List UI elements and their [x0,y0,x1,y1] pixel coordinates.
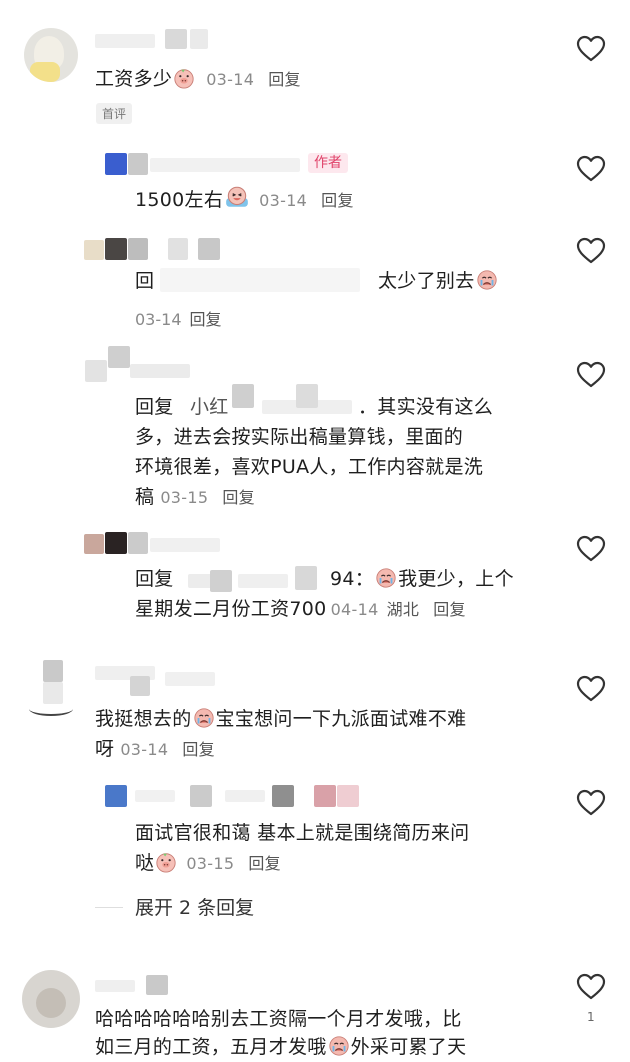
username-blurred [165,672,215,686]
expand-divider [95,907,123,908]
reply-text[interactable]: 环境很差，喜欢PUA人，工作内容就是洗 [135,452,483,482]
avatar[interactable] [84,240,104,260]
username-blurred [146,975,168,995]
reply-text[interactable]: 回复 [135,564,174,594]
username-blurred [165,29,187,49]
pig-emoji-icon [155,851,177,873]
heart-icon[interactable] [576,34,606,64]
avatar[interactable] [105,153,127,175]
username-blurred [128,153,148,175]
reply-button[interactable]: 回复 [321,191,354,210]
username-blurred [105,238,127,260]
comment-text[interactable]: 我挺想去的 宝宝想问一下九派面试难不难 [95,704,466,734]
mention-blurred [296,384,318,408]
username-blurred[interactable] [95,34,155,48]
username-blurred [190,785,212,807]
heart-icon[interactable] [576,154,606,184]
heart-icon[interactable] [576,674,606,704]
like-count: 1 [587,1010,595,1024]
username-blurred [150,538,220,552]
reply-text[interactable]: 面试官很和蔼 基本上就是围绕简历来问 [135,818,469,848]
username-blurred [190,29,208,49]
reply-text[interactable]: ．其实没有这么 [358,392,493,422]
reply-meta: 03-14 回复 [135,306,222,330]
crying-emoji-icon [476,269,498,291]
avatar[interactable] [22,970,80,1028]
username-blurred [95,980,135,992]
username-blurred [150,158,300,172]
reply-text[interactable]: 星期发二月份工资700 04-14 湖北 回复 [135,594,466,625]
heart-icon[interactable] [576,972,606,1002]
username-blurred [314,785,336,807]
heart-icon[interactable] [576,788,606,818]
heart-icon[interactable] [576,360,606,390]
username-blurred [337,785,359,807]
reply-text[interactable]: 太少了别去 [378,266,499,296]
crying-emoji-icon [193,707,215,729]
username-blurred [128,532,148,554]
username-blurred [108,346,130,368]
reply-date: 03-15 [186,854,235,873]
reply-date: 03-15 [160,488,209,507]
heart-icon[interactable] [576,236,606,266]
comment-date: 03-14 [120,740,169,759]
avatar[interactable] [24,28,78,82]
avatar[interactable] [105,785,127,807]
expand-replies-button[interactable]: 展开 2 条回复 [135,893,254,920]
reply-text[interactable]: 回 [135,266,154,296]
comment-text[interactable]: 呀 03-14 回复 [95,734,215,765]
mention-blurred [232,384,254,408]
crying-emoji-icon [328,1035,350,1057]
reply-button[interactable]: 回复 [433,600,466,619]
reply-text[interactable]: 回复 小红 [135,392,229,422]
comment-text[interactable]: 工资多少 03-14 回复 [95,64,301,95]
username-blurred [128,238,148,260]
reply-date: 03-14 [259,191,308,210]
reply-date: 03-14 [135,310,182,329]
author-tag: 作者 [308,153,348,173]
username-blurred [135,790,175,802]
mention[interactable]: 小红 [190,396,229,418]
username-blurred [168,238,188,260]
reply-text[interactable]: 94： 我更少，上个 [330,564,514,594]
pig-emoji-icon [173,67,195,89]
mention-blurred [295,566,317,590]
reply-button[interactable]: 回复 [268,70,301,89]
username-blurred [130,364,190,378]
first-comment-badge: 首评 [96,103,133,124]
location: 湖北 [386,600,420,619]
username-blurred [198,238,220,260]
username-blurred [130,676,150,696]
comment-text[interactable]: 哈哈哈哈哈哈别去工资隔一个月才发哦，比 [95,1004,462,1034]
username-blurred [225,790,265,802]
mention-blurred [238,574,288,588]
reply-text[interactable]: 多，进去会按实际出稿量算钱，里面的 [135,422,463,452]
mention-blurred [210,570,232,592]
avatar[interactable] [85,360,107,382]
username-blurred [105,532,127,554]
avatar[interactable] [84,534,104,554]
reply-button[interactable]: 回复 [222,488,255,507]
reply-text[interactable]: 稿 03-15 回复 [135,482,255,513]
reply-button[interactable]: 回复 [248,854,281,873]
reply-date: 04-14 [330,600,379,619]
heart-icon[interactable] [576,534,606,564]
reply-button[interactable]: 回复 [190,310,222,329]
avatar[interactable] [25,660,77,716]
username-blurred [272,785,294,807]
reply-button[interactable]: 回复 [182,740,215,759]
reply-text[interactable]: 1500左右 03-14 回复 [135,184,354,216]
crying-emoji-icon [375,567,397,589]
laughing-emoji-icon [224,184,250,210]
comment-date: 03-14 [206,70,255,89]
reply-text[interactable]: 哒 03-15 回复 [135,848,281,879]
mention-blurred [160,268,360,292]
